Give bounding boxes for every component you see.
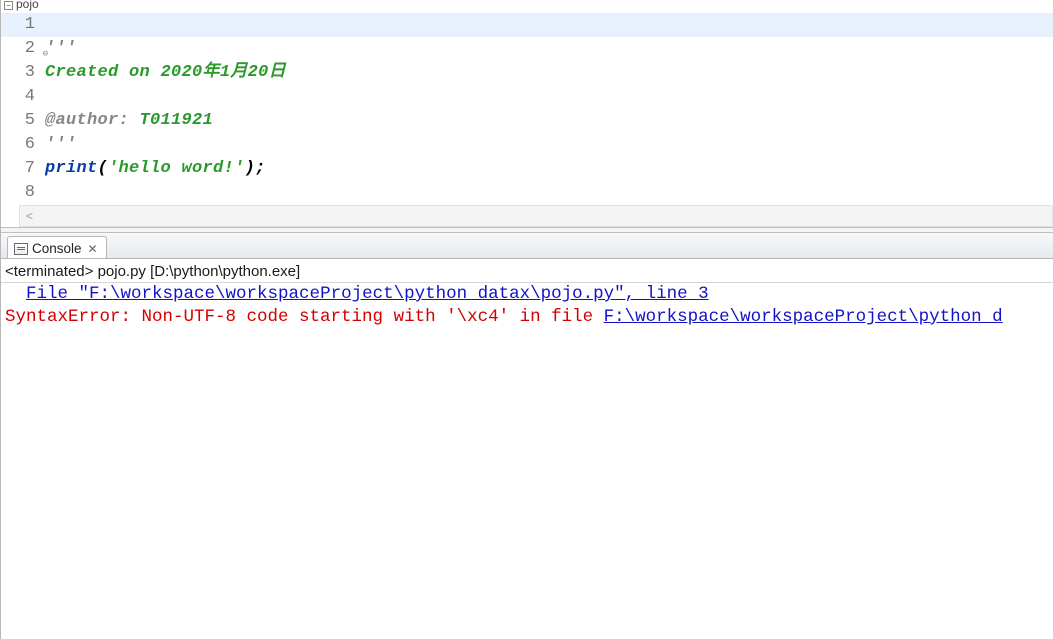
scroll-left-icon[interactable]: < xyxy=(26,209,33,223)
line-number: 5 xyxy=(1,109,45,133)
console-run-header: <terminated> pojo.py [D:\python\python.e… xyxy=(1,259,1053,283)
horizontal-scrollbar[interactable]: < xyxy=(19,205,1053,227)
console-error-text: SyntaxError: Non-UTF-8 code starting wit… xyxy=(5,307,604,327)
tab-console[interactable]: Console ✕ xyxy=(7,236,107,258)
code-line[interactable]: 3Created on 2020年1月20日 xyxy=(1,61,1053,85)
outline-expand-row[interactable]: − pojo xyxy=(1,0,1053,13)
line-number: 4 xyxy=(1,85,45,109)
code-content[interactable]: ''' xyxy=(45,133,1053,157)
code-content[interactable] xyxy=(45,181,1053,205)
code-content[interactable] xyxy=(45,13,1053,37)
line-number: 6 xyxy=(1,133,45,157)
line-number: 1 xyxy=(1,13,45,37)
line-number: 3 xyxy=(1,61,45,85)
code-line[interactable]: 4 xyxy=(1,85,1053,109)
line-number: 2⊖ xyxy=(1,37,45,61)
tab-label: Console xyxy=(32,241,82,256)
code-content[interactable] xyxy=(45,85,1053,109)
console-file-link[interactable]: File "F:\workspace\workspaceProject\pyth… xyxy=(26,284,709,304)
code-editor[interactable]: 12⊖'''3Created on 2020年1月20日45@author: T… xyxy=(1,13,1053,227)
code-line[interactable]: 8 xyxy=(1,181,1053,205)
collapse-icon[interactable]: − xyxy=(4,1,13,10)
code-content[interactable]: @author: T011921 xyxy=(45,109,1053,133)
code-content[interactable]: ''' xyxy=(45,37,1053,61)
console-icon xyxy=(14,243,28,255)
line-number: 7 xyxy=(1,157,45,181)
code-line[interactable]: 5@author: T011921 xyxy=(1,109,1053,133)
code-line[interactable]: 2⊖''' xyxy=(1,37,1053,61)
console-output[interactable]: File "F:\workspace\workspaceProject\pyth… xyxy=(1,283,1053,329)
code-content[interactable]: print('hello word!'); xyxy=(45,157,1053,181)
fold-icon[interactable]: ⊖ xyxy=(39,42,48,51)
code-content[interactable]: Created on 2020年1月20日 xyxy=(45,61,1053,85)
console-file-link-2[interactable]: F:\workspace\workspaceProject\python_d xyxy=(604,307,1003,327)
outline-label: pojo xyxy=(16,0,39,11)
close-icon[interactable]: ✕ xyxy=(88,242,98,256)
console-tabstrip: Console ✕ xyxy=(1,233,1053,259)
line-number: 8 xyxy=(1,181,45,205)
code-line[interactable]: 1 xyxy=(1,13,1053,37)
code-line[interactable]: 7print('hello word!'); xyxy=(1,157,1053,181)
code-line[interactable]: 6''' xyxy=(1,133,1053,157)
